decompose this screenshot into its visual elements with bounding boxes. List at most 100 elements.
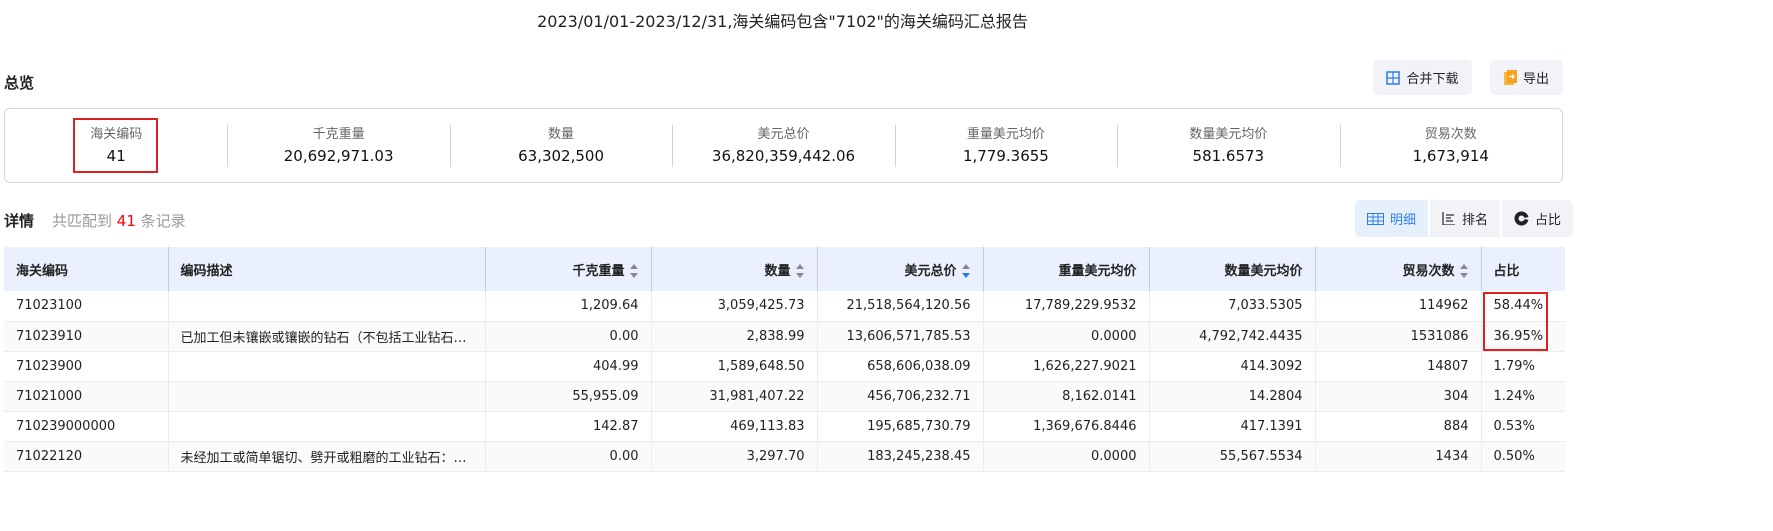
cell-quantity: 2,838.99 (650, 321, 817, 352)
cell-quantity: 469,113.83 (650, 411, 817, 442)
tab-label: 明细 (1390, 213, 1417, 228)
cell-hs-code: 71023900 (4, 351, 168, 382)
cell-trade-count: 304 (1314, 381, 1481, 412)
table-row[interactable]: 71023900 404.99 1,589,648.50 658,606,038.09… (4, 351, 1565, 382)
summary-prefix: 共匹配到 (52, 212, 113, 230)
col-usd-total[interactable]: 美元总价 (816, 247, 983, 291)
stat-label: 美元总价 (757, 126, 810, 142)
cell-quantity: 31,981,407.22 (650, 381, 817, 412)
cell-hs-code: 71021000 (4, 381, 168, 412)
cell-description: 已加工但未镶嵌或镶嵌的钻石（不包括工业钻石… (167, 321, 485, 352)
cell-weight: 142.87 (484, 411, 651, 442)
col-label: 贸易次数 (1402, 263, 1455, 279)
cell-share: 0.50% (1480, 441, 1565, 472)
cell-usd-total: 183,245,238.45 (816, 441, 983, 472)
export-button[interactable]: 导出 (1490, 60, 1563, 95)
tab-label: 排名 (1462, 213, 1489, 228)
cell-usd-total: 195,685,730.79 (816, 411, 983, 442)
table-header: 海关编码 编码描述 千克重量 数量 美元总价 重量美元均价 数量美元均价 贸易次… (4, 247, 1565, 291)
cell-qty-avg: 14.2804 (1148, 381, 1315, 412)
stat-value: 36,820,359,442.06 (711, 146, 856, 165)
stat-weight: 千克重量 20,692,971.03 (227, 124, 449, 167)
tab-proportion[interactable]: 占比 (1502, 200, 1574, 237)
tab-detail[interactable]: 明细 (1355, 200, 1429, 237)
cell-usd-total: 21,518,564,120.56 (816, 291, 983, 322)
cell-qty-avg: 55,567.5534 (1148, 441, 1315, 472)
cell-hs-code: 71022120 (4, 441, 168, 472)
cell-description (167, 411, 485, 442)
table-icon (1367, 212, 1384, 225)
export-label: 导出 (1522, 72, 1549, 87)
export-icon (1503, 70, 1517, 85)
cell-weight-avg: 1,626,227.9021 (982, 351, 1149, 382)
match-count: 41 (116, 212, 136, 230)
cell-description: 未经加工或简单锯切、劈开或粗磨的工业钻石：… (167, 441, 485, 472)
col-weight[interactable]: 千克重量 (484, 247, 651, 291)
cell-hs-code: 71023910 (4, 321, 168, 352)
cell-trade-count: 1531086 (1314, 321, 1481, 352)
stat-label: 重量美元均价 (966, 126, 1045, 142)
stat-trade-count: 贸易次数 1,673,914 (1339, 124, 1562, 167)
cell-weight-avg: 1,369,676.8446 (982, 411, 1149, 442)
stat-quantity: 数量 63,302,500 (449, 124, 672, 167)
tab-ranking[interactable]: 排名 (1430, 200, 1501, 237)
sort-icon[interactable] (1459, 264, 1469, 278)
table-row[interactable]: 71022120 未经加工或简单锯切、劈开或粗磨的工业钻石：… 0.00 3,297.… (4, 441, 1565, 472)
cell-quantity: 3,297.70 (650, 441, 817, 472)
col-weight-avg: 重量美元均价 (982, 247, 1149, 291)
tab-label: 占比 (1535, 213, 1562, 228)
col-label: 数量 (764, 263, 791, 279)
stat-weight-avg-price: 重量美元均价 1,779.3655 (894, 124, 1117, 167)
details-heading: 详情 (4, 212, 35, 230)
col-label: 千克重量 (572, 263, 625, 279)
match-summary: 共匹配到 41 条记录 (52, 210, 186, 231)
cell-share: 0.53% (1480, 411, 1565, 442)
summary-suffix: 条记录 (140, 212, 186, 230)
cell-trade-count: 884 (1314, 411, 1481, 442)
merge-download-button[interactable]: 合并下载 (1373, 60, 1472, 95)
cell-quantity: 3,059,425.73 (650, 291, 817, 322)
cell-weight: 0.00 (484, 441, 651, 472)
table-row[interactable]: 71023100 1,209.64 3,059,425.73 21,518,564,1… (4, 291, 1565, 322)
col-label: 美元总价 (904, 263, 957, 279)
highlight-box (1483, 292, 1548, 351)
overview-stats: 海关编码 41 千克重量 20,692,971.03 数量 63,302,500 美元… (4, 108, 1563, 183)
report-title: 2023/01/01-2023/12/31,海关编码包含"7102"的海关编码汇… (537, 12, 1028, 31)
cell-hs-code: 710239000000 (4, 411, 168, 442)
table-row[interactable]: 710239000000 142.87 469,113.83 195,685,730.… (4, 411, 1565, 442)
stat-value: 63,302,500 (518, 146, 604, 165)
sort-icon[interactable] (629, 264, 639, 278)
col-quantity[interactable]: 数量 (650, 247, 817, 291)
cell-weight-avg: 17,789,229.9532 (982, 291, 1149, 322)
cell-trade-count: 1434 (1314, 441, 1481, 472)
stat-value: 20,692,971.03 (283, 146, 394, 165)
cell-share: 1.24% (1480, 381, 1565, 412)
cell-description (167, 381, 485, 412)
stat-label: 贸易次数 (1424, 126, 1477, 142)
col-description: 编码描述 (167, 247, 485, 291)
stat-label: 千克重量 (312, 126, 365, 142)
cell-share: 1.79% (1480, 351, 1565, 382)
cell-qty-avg: 417.1391 (1148, 411, 1315, 442)
cell-trade-count: 14807 (1314, 351, 1481, 382)
cell-usd-total: 13,606,571,785.53 (816, 321, 983, 352)
cell-description (167, 351, 485, 382)
sort-desc-icon[interactable] (961, 264, 971, 278)
cell-quantity: 1,589,648.50 (650, 351, 817, 382)
col-trade-count[interactable]: 贸易次数 (1314, 247, 1481, 291)
stat-usd-total: 美元总价 36,820,359,442.06 (672, 124, 894, 167)
pie-chart-icon (1514, 211, 1530, 226)
merge-download-label: 合并下载 (1406, 72, 1459, 87)
col-hs-code: 海关编码 (4, 247, 168, 291)
merge-icon (1386, 70, 1401, 85)
table-row[interactable]: 71023910 已加工但未镶嵌或镶嵌的钻石（不包括工业钻石… 0.00 2,838.… (4, 321, 1565, 352)
highlight-box (73, 118, 158, 173)
stat-label: 数量美元均价 (1189, 126, 1268, 142)
table-row[interactable]: 71021000 55,955.09 31,981,407.22 456,706,23… (4, 381, 1565, 412)
overview-heading: 总览 (4, 74, 35, 92)
sort-icon[interactable] (795, 264, 805, 278)
cell-trade-count: 114962 (1314, 291, 1481, 322)
cell-weight: 0.00 (484, 321, 651, 352)
cell-hs-code: 71023100 (4, 291, 168, 322)
cell-usd-total: 658,606,038.09 (816, 351, 983, 382)
